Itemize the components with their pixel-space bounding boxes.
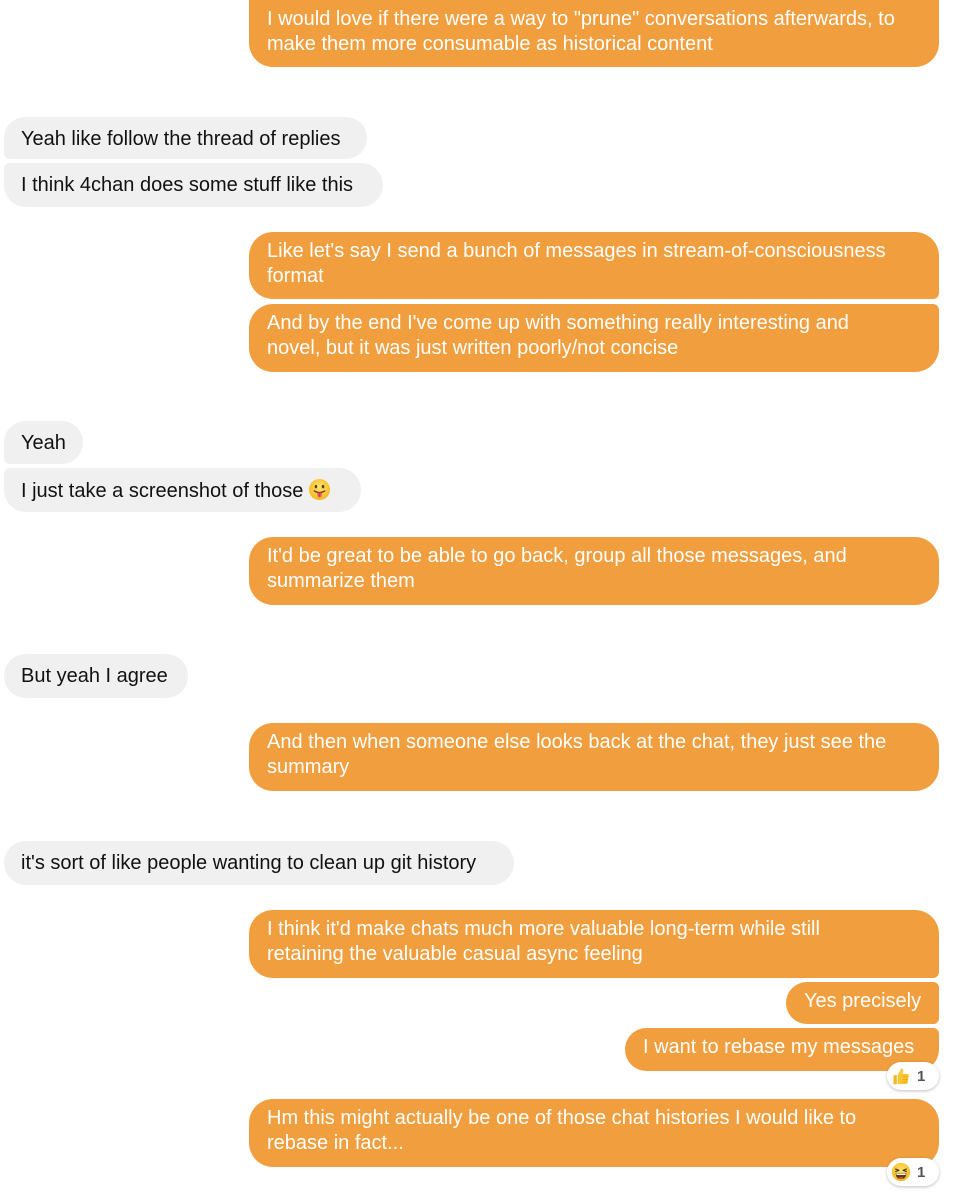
incoming-message[interactable]: But yeah I agree	[4, 654, 188, 698]
message-text-line: And by the end I've come up with somethi…	[267, 312, 849, 334]
message-text-line: rebase in fact...	[267, 1132, 404, 1154]
reaction-count: 1	[917, 1163, 926, 1181]
reaction-badge[interactable]: 1	[887, 1062, 939, 1090]
message-text-line: I think 4chan does some stuff like this	[21, 174, 354, 196]
incoming-message[interactable]: it's sort of like people wanting to clea…	[4, 841, 514, 885]
message-text-line: summarize them	[267, 570, 415, 592]
message-text: I just take a screenshot of those	[21, 480, 304, 502]
outgoing-message[interactable]: Like let's say I send a bunch of message…	[249, 232, 939, 299]
message-text-line: it's sort of like people wanting to clea…	[21, 852, 477, 874]
message-text-line: I think it'd make chats much more valuab…	[267, 918, 820, 940]
incoming-message[interactable]: Yeah like follow the thread of replies	[4, 117, 367, 159]
reaction-count: 1	[917, 1067, 926, 1085]
message-text-line: I just take a screenshot of those	[21, 478, 345, 504]
reaction-badge[interactable]: 1	[887, 1158, 939, 1186]
outgoing-message[interactable]: I would love if there were a way to "pru…	[249, 0, 939, 67]
message-text-line: retaining the valuable casual async feel…	[267, 943, 643, 965]
message-text-line: novel, but it was just written poorly/no…	[267, 337, 679, 359]
incoming-message[interactable]: Yeah	[4, 421, 83, 464]
laughing-face-emoji	[891, 1162, 911, 1182]
outgoing-message[interactable]: Hm this might actually be one of those c…	[249, 1099, 939, 1167]
outgoing-message[interactable]: And by the end I've come up with somethi…	[249, 304, 939, 372]
message-text-line: And then when someone else looks back at…	[267, 731, 887, 753]
message-text-line: I want to rebase my messages	[643, 1036, 915, 1058]
message-text-line: Yeah like follow the thread of replies	[21, 128, 341, 150]
outgoing-message[interactable]: And then when someone else looks back at…	[249, 723, 939, 791]
message-text-line: It'd be great to be able to go back, gro…	[267, 545, 847, 567]
incoming-message[interactable]: I just take a screenshot of those	[4, 468, 361, 512]
outgoing-message[interactable]: I think it'd make chats much more valuab…	[249, 910, 939, 978]
message-text-line: Like let's say I send a bunch of message…	[267, 240, 886, 262]
thumbs-up-emoji	[893, 1068, 909, 1085]
outgoing-message[interactable]: Yes precisely	[786, 982, 939, 1024]
message-text-line: make them more consumable as historical …	[267, 33, 713, 55]
message-text-line: Hm this might actually be one of those c…	[267, 1107, 857, 1129]
incoming-message[interactable]: I think 4chan does some stuff like this	[4, 163, 383, 207]
outgoing-message[interactable]: It'd be great to be able to go back, gro…	[249, 537, 939, 605]
message-text-line: summary	[267, 756, 350, 778]
message-text-line: Yes precisely	[804, 990, 922, 1012]
tongue-out-face-emoji	[309, 478, 331, 501]
message-text-line: But yeah I agree	[21, 665, 168, 687]
message-text-line: I would love if there were a way to "pru…	[267, 8, 895, 30]
message-text-line: Yeah	[21, 432, 66, 454]
message-text-line: format	[267, 265, 324, 287]
